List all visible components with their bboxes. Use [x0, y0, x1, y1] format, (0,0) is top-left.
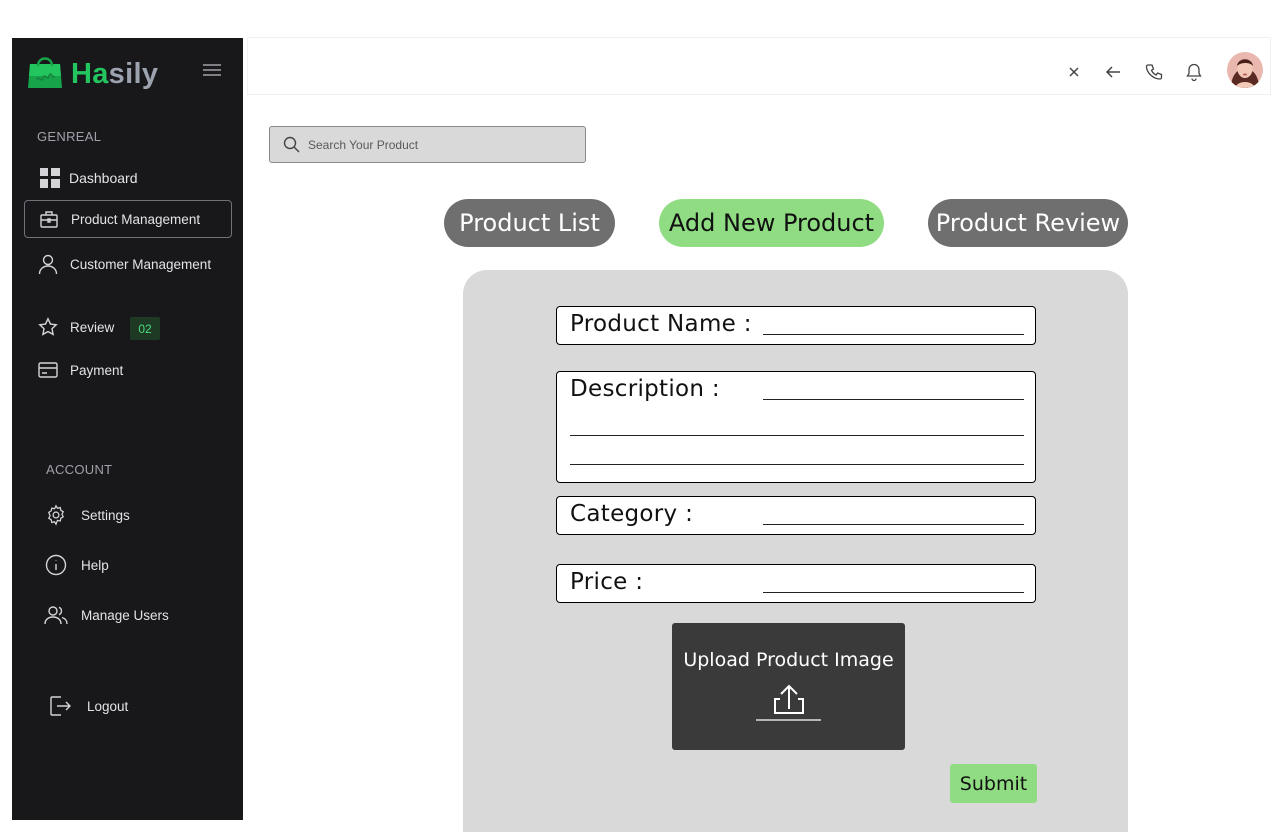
- menu-icon[interactable]: [202, 62, 222, 83]
- info-icon: [44, 553, 68, 577]
- avatar[interactable]: [1227, 52, 1263, 88]
- product-name-input-line[interactable]: [763, 334, 1024, 335]
- description-input-line[interactable]: [570, 435, 1024, 436]
- logout-button[interactable]: Logout: [48, 693, 168, 719]
- sidebar-item-dashboard[interactable]: Dashboard: [38, 166, 218, 190]
- price-label: Price :: [570, 569, 644, 595]
- back-arrow-icon[interactable]: [1104, 62, 1122, 87]
- sidebar-item-review[interactable]: Review: [36, 315, 136, 339]
- sidebar-item-label: Settings: [81, 507, 130, 523]
- sidebar: Hasily GENREAL Dashboard Product Managem…: [12, 38, 243, 820]
- description-input-line[interactable]: [570, 464, 1024, 465]
- sidebar-item-label: Customer Management: [70, 256, 212, 272]
- upload-label: Upload Product Image: [683, 649, 894, 671]
- upload-image-button[interactable]: Upload Product Image: [672, 623, 905, 750]
- product-name-label: Product Name :: [570, 311, 752, 337]
- search-bar: [269, 126, 586, 163]
- credit-card-icon: [36, 358, 60, 382]
- sidebar-item-label: Help: [81, 557, 109, 573]
- user-icon: [36, 252, 60, 276]
- description-input-line[interactable]: [763, 399, 1024, 400]
- section-label-general: GENREAL: [37, 129, 102, 144]
- section-label-account: ACCOUNT: [46, 462, 113, 477]
- sidebar-item-label: Payment: [70, 362, 124, 378]
- description-field[interactable]: Description :: [556, 371, 1036, 483]
- sidebar-item-label: Dashboard: [69, 170, 138, 186]
- star-icon: [36, 315, 60, 339]
- sidebar-item-label: Manage Users: [81, 607, 169, 623]
- tab-add-new-product[interactable]: Add New Product: [659, 199, 884, 247]
- brand-logo[interactable]: Hasily: [26, 54, 158, 95]
- tab-product-review[interactable]: Product Review: [928, 199, 1128, 247]
- sidebar-item-settings[interactable]: Settings: [44, 502, 184, 528]
- sidebar-item-label: Review: [70, 319, 115, 335]
- sidebar-item-label: Logout: [87, 698, 129, 714]
- sidebar-item-payment[interactable]: Payment: [36, 358, 156, 382]
- gear-icon: [44, 503, 68, 527]
- review-count-badge: 02: [130, 317, 160, 340]
- submit-button[interactable]: Submit: [950, 764, 1037, 803]
- search-icon: [283, 136, 300, 153]
- product-name-field[interactable]: Product Name :: [556, 306, 1036, 345]
- upload-icon: [756, 683, 822, 728]
- category-input-line[interactable]: [763, 524, 1024, 525]
- sidebar-item-customer-management[interactable]: Customer Management: [36, 252, 236, 276]
- grid-icon: [38, 166, 62, 190]
- briefcase-icon: [37, 207, 61, 231]
- sidebar-item-product-management[interactable]: Product Management: [24, 200, 232, 238]
- bell-icon[interactable]: [1185, 62, 1203, 87]
- sidebar-item-help[interactable]: Help: [44, 552, 184, 578]
- sidebar-item-label: Product Management: [71, 211, 201, 227]
- brand-name: Hasily: [71, 58, 159, 90]
- sidebar-item-manage-users[interactable]: Manage Users: [44, 602, 204, 628]
- price-field[interactable]: Price :: [556, 564, 1036, 603]
- category-field[interactable]: Category :: [556, 496, 1036, 535]
- search-input[interactable]: [308, 137, 568, 152]
- category-label: Category :: [570, 501, 694, 527]
- logout-icon: [48, 694, 72, 718]
- shopping-bag-icon: [26, 54, 64, 95]
- phone-icon[interactable]: [1145, 62, 1163, 87]
- close-icon[interactable]: [1066, 62, 1082, 87]
- price-input-line[interactable]: [763, 592, 1024, 593]
- description-label: Description :: [570, 376, 720, 402]
- users-icon: [44, 603, 68, 627]
- tab-product-list[interactable]: Product List: [444, 199, 615, 247]
